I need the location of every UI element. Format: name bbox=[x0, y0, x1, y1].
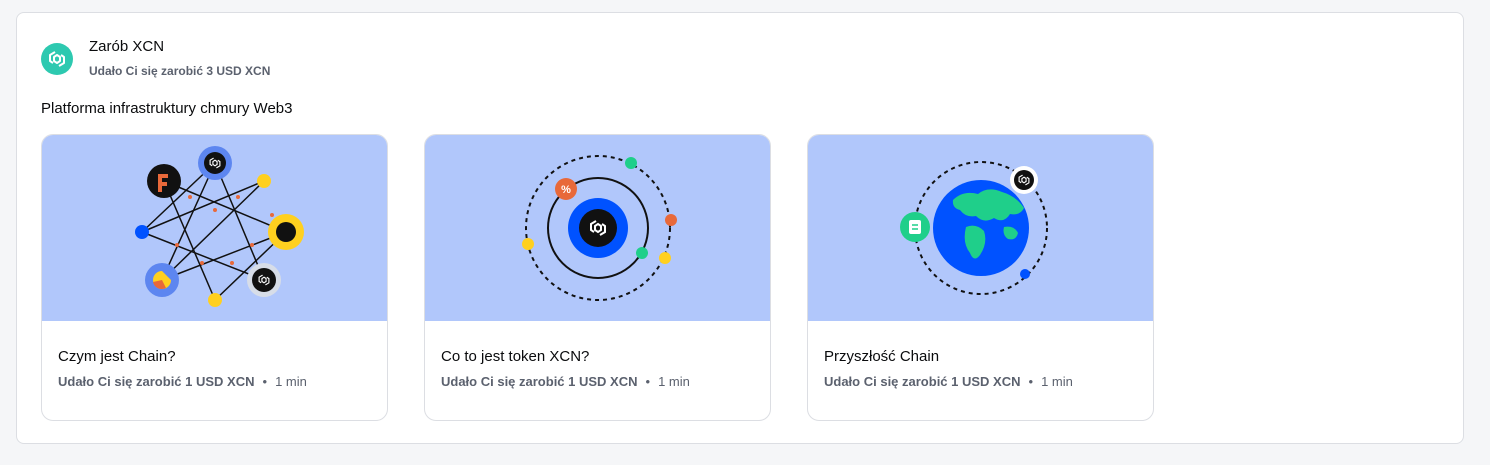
svg-text:%: % bbox=[561, 184, 571, 196]
chain-logo-icon bbox=[41, 43, 73, 75]
meta-separator: • bbox=[262, 374, 268, 389]
meta-separator: • bbox=[645, 374, 651, 389]
meta-separator: • bbox=[1028, 374, 1034, 389]
card-meta: Udało Ci się zarobić 1 USD XCN • 1 min bbox=[58, 373, 371, 391]
earn-title: Zarób XCN bbox=[89, 38, 165, 55]
orbit-token-illustration: % bbox=[425, 135, 770, 321]
card-duration: 1 min bbox=[1041, 374, 1073, 389]
card-title: Przyszłość Chain bbox=[824, 348, 940, 365]
card-meta: Udało Ci się zarobić 1 USD XCN • 1 min bbox=[824, 373, 1137, 391]
earn-header: Zarób XCN Udało Ci się zarobić 3 USD XCN bbox=[41, 37, 270, 79]
card-duration: 1 min bbox=[275, 374, 307, 389]
card-duration: 1 min bbox=[658, 374, 690, 389]
earn-subtitle: Udało Ci się zarobić 3 USD XCN bbox=[89, 64, 271, 78]
lesson-cards: Czym jest Chain? Udało Ci się zarobić 1 … bbox=[41, 134, 1154, 421]
card-title: Co to jest token XCN? bbox=[441, 348, 590, 365]
earn-panel: Zarób XCN Udało Ci się zarobić 3 USD XCN… bbox=[16, 12, 1464, 444]
network-nodes-illustration bbox=[42, 135, 387, 321]
section-title: Platforma infrastruktury chmury Web3 bbox=[41, 100, 293, 117]
lesson-card-what-is-chain[interactable]: Czym jest Chain? Udało Ci się zarobić 1 … bbox=[41, 134, 388, 421]
card-meta: Udało Ci się zarobić 1 USD XCN • 1 min bbox=[441, 373, 754, 391]
card-title: Czym jest Chain? bbox=[58, 348, 176, 365]
lesson-card-xcn-token[interactable]: % Co to jest token XCN? Udało Ci się zar… bbox=[424, 134, 771, 421]
lesson-card-chain-future[interactable]: Przyszłość Chain Udało Ci się zarobić 1 … bbox=[807, 134, 1154, 421]
globe-illustration bbox=[808, 135, 1153, 321]
card-reward: Udało Ci się zarobić 1 USD XCN bbox=[441, 374, 638, 389]
card-reward: Udało Ci się zarobić 1 USD XCN bbox=[58, 374, 255, 389]
card-reward: Udało Ci się zarobić 1 USD XCN bbox=[824, 374, 1021, 389]
